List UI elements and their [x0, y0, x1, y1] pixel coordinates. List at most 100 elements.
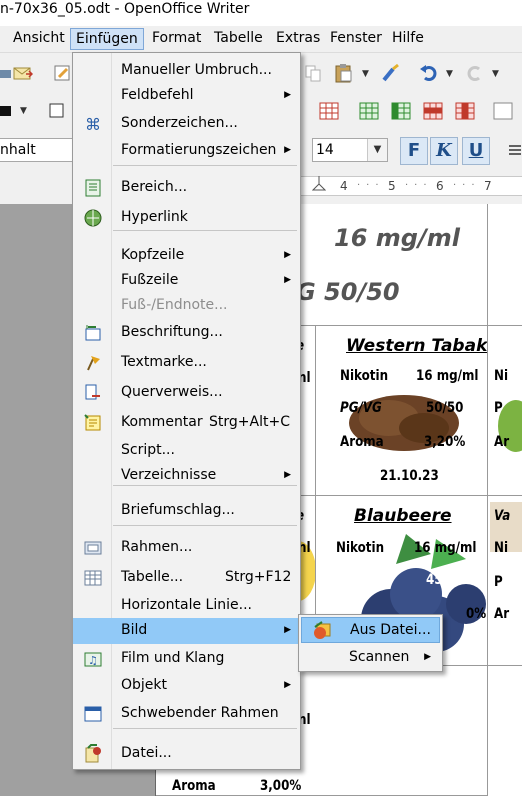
- font-size-dropdown-icon[interactable]: ▼: [367, 139, 387, 161]
- insert-column-icon[interactable]: [390, 100, 412, 122]
- italic-button[interactable]: K: [430, 137, 458, 165]
- menu-item-label: Manueller Umbruch...: [121, 62, 272, 78]
- table-properties-icon[interactable]: [492, 100, 514, 122]
- indent-marker-icon[interactable]: [312, 174, 326, 198]
- undo-dropdown-icon[interactable]: ▼: [446, 69, 453, 79]
- paragraph-style-value: nhalt: [0, 142, 36, 158]
- menu-item-bereich[interactable]: Bereich...: [73, 175, 300, 201]
- font-size-value: 14: [316, 142, 334, 158]
- menu-item-label: Beschriftung...: [121, 324, 223, 340]
- menu-item-manueller-umbruch[interactable]: Manueller Umbruch...: [73, 58, 300, 84]
- western-tabak-label[interactable]: Western Tabak Nikotin 16 mg/ml PG/VG 50/…: [316, 326, 488, 496]
- ruler-ticks: ···: [405, 180, 433, 191]
- ruler-label: 7: [484, 179, 492, 193]
- menu-item-label: Kopfzeile: [121, 247, 185, 263]
- menu-item-verzeichnisse[interactable]: Verzeichnisse ▶: [73, 463, 300, 489]
- menu-item-horizontale-linie[interactable]: Horizontale Linie...: [73, 593, 300, 619]
- menu-item-kopfzeile[interactable]: Kopfzeile ▶: [73, 243, 300, 269]
- label-title: Blaubeere: [354, 506, 452, 526]
- menu-item-aus-datei[interactable]: Aus Datei...: [301, 617, 440, 643]
- border-icon[interactable]: [46, 100, 68, 122]
- menu-item-tabelle[interactable]: Tabelle... Strg+F12: [73, 565, 300, 591]
- pgvg-label: PG/VG: [340, 572, 382, 588]
- menu-separator: [113, 165, 297, 166]
- frame-icon: [83, 538, 103, 558]
- paste-icon[interactable]: [333, 62, 355, 84]
- nikotin-label: Nikotin: [336, 540, 385, 556]
- comment-icon: [83, 413, 103, 433]
- menu-item-bild[interactable]: Bild ▶: [73, 618, 300, 644]
- menu-ansicht[interactable]: Ansicht: [8, 28, 70, 50]
- menu-einfuegen[interactable]: Einfügen: [70, 28, 144, 50]
- window-title: n-70x36_05.odt - OpenOffice Writer: [0, 0, 522, 26]
- delete-row-icon[interactable]: [422, 100, 444, 122]
- align-icon[interactable]: [504, 140, 522, 162]
- menu-item-hyperlink[interactable]: Hyperlink: [73, 205, 300, 231]
- menu-item-script[interactable]: Script...: [73, 438, 300, 464]
- menu-item-sonderzeichen[interactable]: ⌘ Sonderzeichen...: [73, 111, 300, 137]
- menu-item-label: Briefumschlag...: [121, 502, 235, 518]
- aroma-value: 0%: [466, 606, 487, 622]
- paste-dropdown-icon[interactable]: ▼: [362, 69, 369, 79]
- menu-item-label: Film und Klang: [121, 650, 225, 666]
- underline-button[interactable]: U: [462, 137, 490, 165]
- menu-item-shortcut: Strg+F12: [225, 569, 292, 585]
- menu-item-kommentar[interactable]: Kommentar Strg+Alt+C: [73, 410, 300, 436]
- line-style-dropdown-icon[interactable]: ▼: [20, 106, 27, 116]
- menu-item-formatierungszeichen[interactable]: Formatierungszeichen ▶: [73, 138, 300, 164]
- label-cell-edge[interactable]: Va Ni P Ar: [488, 496, 522, 666]
- submenu-arrow-icon: ▶: [284, 90, 291, 100]
- menu-item-querverweis[interactable]: Querverweis...: [73, 380, 300, 406]
- menu-item-schwebender-rahmen[interactable]: Schwebender Rahmen: [73, 701, 300, 727]
- label-cell-edge[interactable]: [488, 204, 522, 326]
- undo-icon[interactable]: [418, 62, 440, 84]
- menu-hilfe[interactable]: Hilfe: [387, 28, 429, 50]
- menu-item-objekt[interactable]: Objekt ▶: [73, 673, 300, 699]
- redo-dropdown-icon[interactable]: ▼: [492, 69, 499, 79]
- menu-item-scannen[interactable]: Scannen ▶: [301, 645, 440, 671]
- menu-format[interactable]: Format: [147, 28, 206, 50]
- menu-tabelle[interactable]: Tabelle: [209, 28, 268, 50]
- insert-menu: Manueller Umbruch... Feldbefehl ▶ ⌘ Sonderze…: [72, 52, 301, 770]
- bookmark-icon: [83, 353, 103, 373]
- menu-item-label: Horizontale Linie...: [121, 597, 252, 613]
- menu-fenster[interactable]: Fenster: [325, 28, 387, 50]
- menu-item-feldbefehl[interactable]: Feldbefehl ▶: [73, 83, 300, 109]
- label-cell-edge[interactable]: Ni P Ar: [488, 326, 522, 496]
- menu-item-label: Tabelle...: [121, 569, 184, 585]
- line-style-icon[interactable]: [0, 100, 18, 122]
- menu-item-datei[interactable]: Datei...: [73, 741, 300, 767]
- menu-item-beschriftung[interactable]: Beschriftung...: [73, 320, 300, 346]
- pgvg-value: 50/50: [426, 400, 464, 416]
- paragraph-style-box[interactable]: nhalt: [0, 138, 76, 162]
- menu-item-label: Feldbefehl: [121, 87, 194, 103]
- menu-item-fußzeile[interactable]: Fußzeile ▶: [73, 268, 300, 294]
- copy-icon[interactable]: [302, 62, 324, 84]
- image-submenu: Aus Datei... Scannen ▶: [298, 614, 443, 672]
- menu-item-textmarke[interactable]: Textmarke...: [73, 350, 300, 376]
- redo-icon[interactable]: [464, 62, 486, 84]
- delete-column-icon[interactable]: [454, 100, 476, 122]
- insert-row-icon[interactable]: [358, 100, 380, 122]
- clone-formatting-icon[interactable]: [380, 62, 402, 84]
- font-size-box[interactable]: 14 ▼: [312, 138, 388, 162]
- special-char-icon: ⌘: [83, 114, 103, 134]
- menu-item-fuß-endnote: Fuß-/Endnote...: [73, 293, 300, 319]
- table-merge-icon[interactable]: [318, 100, 340, 122]
- nikotin-label: Nikotin: [340, 368, 389, 384]
- ruler-label: 5: [388, 179, 396, 193]
- submenu-arrow-icon: ▶: [284, 250, 291, 260]
- menu-item-film-und-klang[interactable]: ♫ Film und Klang: [73, 646, 300, 672]
- submenu-arrow-icon: ▶: [284, 625, 291, 635]
- menu-extras[interactable]: Extras: [271, 28, 325, 50]
- hyperlink-icon: [83, 208, 103, 228]
- submenu-arrow-icon: ▶: [284, 145, 291, 155]
- menu-item-briefumschlag[interactable]: Briefumschlag...: [73, 498, 300, 524]
- email-icon[interactable]: [12, 62, 34, 84]
- menu-item-rahmen[interactable]: Rahmen...: [73, 535, 300, 561]
- from-file-icon: [312, 621, 332, 641]
- menu-item-label: Bereich...: [121, 179, 188, 195]
- menu-item-label: Fußzeile: [121, 272, 179, 288]
- bold-button[interactable]: F: [400, 137, 428, 165]
- edit-mode-icon[interactable]: [52, 62, 74, 84]
